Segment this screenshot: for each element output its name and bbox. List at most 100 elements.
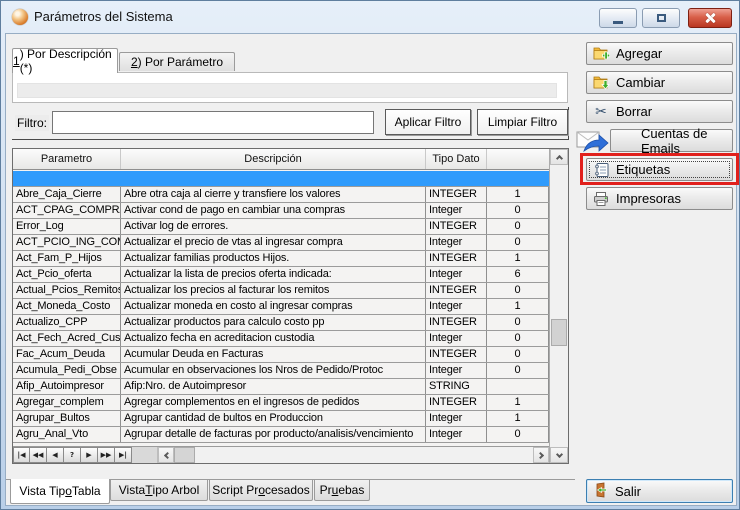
cell-tipodato[interactable]: Integer xyxy=(426,267,487,282)
vscroll-up-arrow[interactable] xyxy=(550,149,568,165)
cell-tipodato[interactable]: Integer xyxy=(426,299,487,314)
cell-descripcion[interactable]: Actualizo fecha en acreditacion custodia xyxy=(121,331,426,346)
column-header-parametro[interactable]: Parametro xyxy=(13,149,121,169)
cell-tipodato[interactable]: Integer xyxy=(426,203,487,218)
minimize-button[interactable] xyxy=(599,8,637,28)
cell-descripcion[interactable]: Actualizar productos para calculo costo … xyxy=(121,315,426,330)
borrar-button[interactable]: ✂ Borrar xyxy=(586,100,733,123)
column-header-tipodato[interactable]: Tipo Dato xyxy=(426,149,487,169)
tab-vista-tipo-tabla[interactable]: Vista Tipo Tabla xyxy=(10,479,110,504)
table-row[interactable]: Act_Fam_P_Hijos Actualizar familias prod… xyxy=(13,251,549,267)
maximize-button[interactable] xyxy=(642,8,680,28)
table-row[interactable]: Act_Fech_Acred_Cust Actualizo fecha en a… xyxy=(13,331,549,347)
selected-row[interactable] xyxy=(13,171,549,187)
cell-parametro[interactable]: Agregar_complem xyxy=(13,395,121,410)
cell-tipodato[interactable]: INTEGER xyxy=(426,251,487,266)
table-row[interactable]: Agrupar_Bultos Agrupar cantidad de bulto… xyxy=(13,411,549,427)
cell-valor[interactable]: 0 xyxy=(487,219,549,234)
cell-tipodato[interactable]: INTEGER xyxy=(426,187,487,202)
cell-descripcion[interactable]: Agregar complementos en el ingresos de p… xyxy=(121,395,426,410)
cell-tipodato[interactable]: Integer xyxy=(426,331,487,346)
cell-parametro[interactable]: Act_Fam_P_Hijos xyxy=(13,251,121,266)
tab-por-descripcion[interactable]: 1) Por Descripción (*) xyxy=(12,48,118,73)
cell-tipodato[interactable]: INTEGER xyxy=(426,395,487,410)
cell-valor[interactable]: 0 xyxy=(487,331,549,346)
cell-valor[interactable]: 6 xyxy=(487,267,549,282)
cell-parametro[interactable]: Act_Fech_Acred_Cust xyxy=(13,331,121,346)
cell-descripcion[interactable]: Actualizar la lista de precios oferta in… xyxy=(121,267,426,282)
cell-valor[interactable] xyxy=(487,379,549,394)
cell-parametro[interactable]: Abre_Caja_Cierre xyxy=(13,187,121,202)
cell-descripcion[interactable]: Actualizar familias productos Hijos. xyxy=(121,251,426,266)
nav-prior-page-button[interactable]: ◀◀ xyxy=(30,447,47,463)
cell-parametro[interactable]: Acumula_Pedi_Obse xyxy=(13,363,121,378)
cell-parametro[interactable]: Act_Pcio_oferta xyxy=(13,267,121,282)
cell-parametro[interactable]: Actualizo_CPP xyxy=(13,315,121,330)
cell-valor[interactable]: 0 xyxy=(487,315,549,330)
table-row[interactable]: Acumula_Pedi_Obse Acumular en observacio… xyxy=(13,363,549,379)
table-row[interactable]: Error_Log Activar log de errores. INTEGE… xyxy=(13,219,549,235)
nav-next-page-button[interactable]: ▶▶ xyxy=(98,447,115,463)
tab-por-parametro[interactable]: 2) Por Parámetro xyxy=(119,52,235,71)
table-row[interactable]: Agregar_complem Agregar complementos en … xyxy=(13,395,549,411)
cell-valor[interactable]: 1 xyxy=(487,187,549,202)
apply-filter-button[interactable]: Aplicar Filtro xyxy=(385,109,471,135)
tab-pruebas[interactable]: Pruebas xyxy=(314,480,370,501)
cell-valor[interactable]: 1 xyxy=(487,411,549,426)
nav-first-button[interactable]: |◀ xyxy=(13,447,30,463)
impresoras-button[interactable]: Impresoras xyxy=(586,187,733,210)
filter-input[interactable] xyxy=(52,111,374,134)
clear-filter-button[interactable]: Limpiar Filtro xyxy=(477,109,568,135)
cell-valor[interactable]: 1 xyxy=(487,299,549,314)
cell-valor[interactable]: 1 xyxy=(487,395,549,410)
close-button[interactable] xyxy=(688,8,732,28)
column-header-descripcion[interactable]: Descripción xyxy=(121,149,426,169)
nav-next-button[interactable]: ▶ xyxy=(81,447,98,463)
vertical-scrollbar[interactable] xyxy=(549,149,568,463)
hscroll-track[interactable] xyxy=(195,447,533,463)
cell-valor[interactable]: 0 xyxy=(487,347,549,362)
hscroll-thumb[interactable] xyxy=(174,447,195,463)
agregar-button[interactable]: Agregar xyxy=(586,42,733,65)
table-row[interactable]: ACT_CPAG_COMPRA Activar cond de pago en … xyxy=(13,203,549,219)
nav-last-button[interactable]: ▶| xyxy=(115,447,132,463)
cell-descripcion[interactable]: Actualizar los precios al facturar los r… xyxy=(121,283,426,298)
table-row[interactable]: Act_Moneda_Costo Actualizar moneda en co… xyxy=(13,299,549,315)
table-row[interactable]: Fac_Acum_Deuda Acumular Deuda en Factura… xyxy=(13,347,549,363)
table-row[interactable]: Actualizo_CPP Actualizar productos para … xyxy=(13,315,549,331)
cuentas-de-emails-button[interactable]: Cuentas de Emails xyxy=(610,129,733,152)
cell-descripcion[interactable]: Activar cond de pago en cambiar una comp… xyxy=(121,203,426,218)
cell-valor[interactable]: 0 xyxy=(487,363,549,378)
tab-script-procesados[interactable]: Script Procesados xyxy=(209,480,313,501)
cell-parametro[interactable]: Agrupar_Bultos xyxy=(13,411,121,426)
cell-tipodato[interactable]: INTEGER xyxy=(426,347,487,362)
vscroll-down-arrow[interactable] xyxy=(550,447,568,463)
cell-descripcion[interactable]: Actualizar moneda en costo al ingresar c… xyxy=(121,299,426,314)
vscroll-thumb[interactable] xyxy=(551,319,567,346)
table-row[interactable]: Afip_Autoimpresor Afip:Nro. de Autoimpre… xyxy=(13,379,549,395)
cell-descripcion[interactable]: Abre otra caja al cierre y transfiere lo… xyxy=(121,187,426,202)
cell-parametro[interactable]: ACT_PCIO_ING_COM xyxy=(13,235,121,250)
table-row[interactable]: Actual_Pcios_Remitos Actualizar los prec… xyxy=(13,283,549,299)
table-row[interactable]: Agru_Anal_Vto Agrupar detalle de factura… xyxy=(13,427,549,443)
table-row[interactable]: Act_Pcio_oferta Actualizar la lista de p… xyxy=(13,267,549,283)
cell-parametro[interactable]: Fac_Acum_Deuda xyxy=(13,347,121,362)
etiquetas-button[interactable]: Etiquetas xyxy=(586,158,733,181)
column-header-valor[interactable] xyxy=(487,149,549,169)
cell-descripcion[interactable]: Actualizar el precio de vtas al ingresar… xyxy=(121,235,426,250)
nav-help-button[interactable]: ? xyxy=(64,447,81,463)
cell-tipodato[interactable]: STRING xyxy=(426,379,487,394)
cell-tipodato[interactable]: Integer xyxy=(426,427,487,442)
cell-valor[interactable]: 0 xyxy=(487,235,549,250)
cell-valor[interactable]: 0 xyxy=(487,283,549,298)
cell-parametro[interactable]: Actual_Pcios_Remitos xyxy=(13,283,121,298)
nav-prior-button[interactable]: ◀ xyxy=(47,447,64,463)
cell-parametro[interactable]: Act_Moneda_Costo xyxy=(13,299,121,314)
cell-tipodato[interactable]: Integer xyxy=(426,411,487,426)
tab-vista-tipo-arbol[interactable]: Vista Tipo Arbol xyxy=(110,480,208,501)
exit-button[interactable]: Salir xyxy=(586,479,733,503)
cell-tipodato[interactable]: INTEGER xyxy=(426,283,487,298)
cell-parametro[interactable]: Afip_Autoimpresor xyxy=(13,379,121,394)
cell-tipodato[interactable]: INTEGER xyxy=(426,219,487,234)
cell-parametro[interactable]: Error_Log xyxy=(13,219,121,234)
